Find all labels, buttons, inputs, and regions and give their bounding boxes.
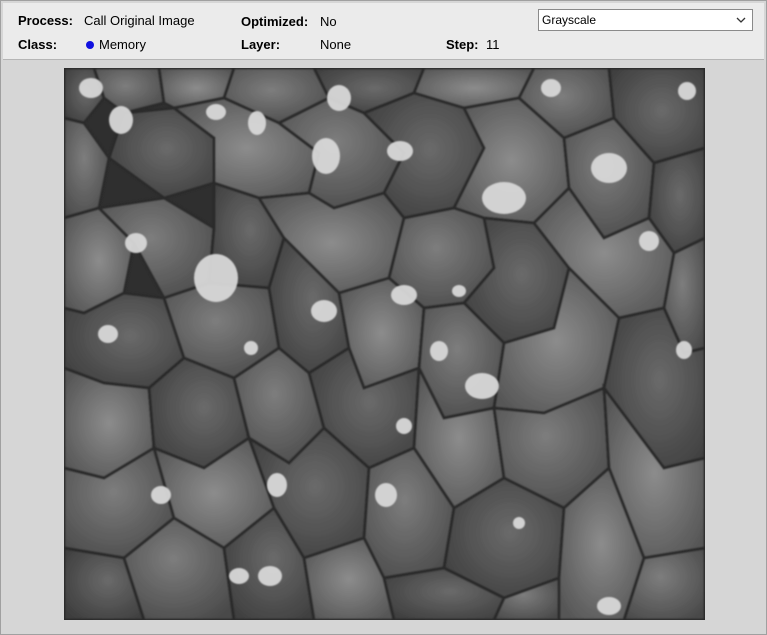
layer-value: None (320, 37, 352, 52)
display-mode-value: Grayscale (542, 13, 597, 27)
chevron-down-icon (736, 17, 746, 23)
process-value: Call Original Image (84, 13, 195, 28)
layer-label: Layer: (241, 37, 281, 52)
class-label: Class: (18, 37, 58, 52)
process-label: Process: (18, 13, 73, 28)
display-mode-select[interactable]: Grayscale (538, 9, 753, 31)
optimized-value: No (320, 14, 337, 29)
app-window: Process: Call Original Image Optimized: … (0, 0, 767, 635)
image-viewport[interactable] (64, 68, 705, 620)
class-value: Memory (99, 37, 146, 52)
optimized-label: Optimized: (241, 14, 309, 29)
grain-microstructure-image (64, 68, 705, 620)
class-color-dot-icon (86, 41, 94, 49)
step-value: 11 (486, 37, 500, 52)
step-label: Step: (446, 37, 479, 52)
